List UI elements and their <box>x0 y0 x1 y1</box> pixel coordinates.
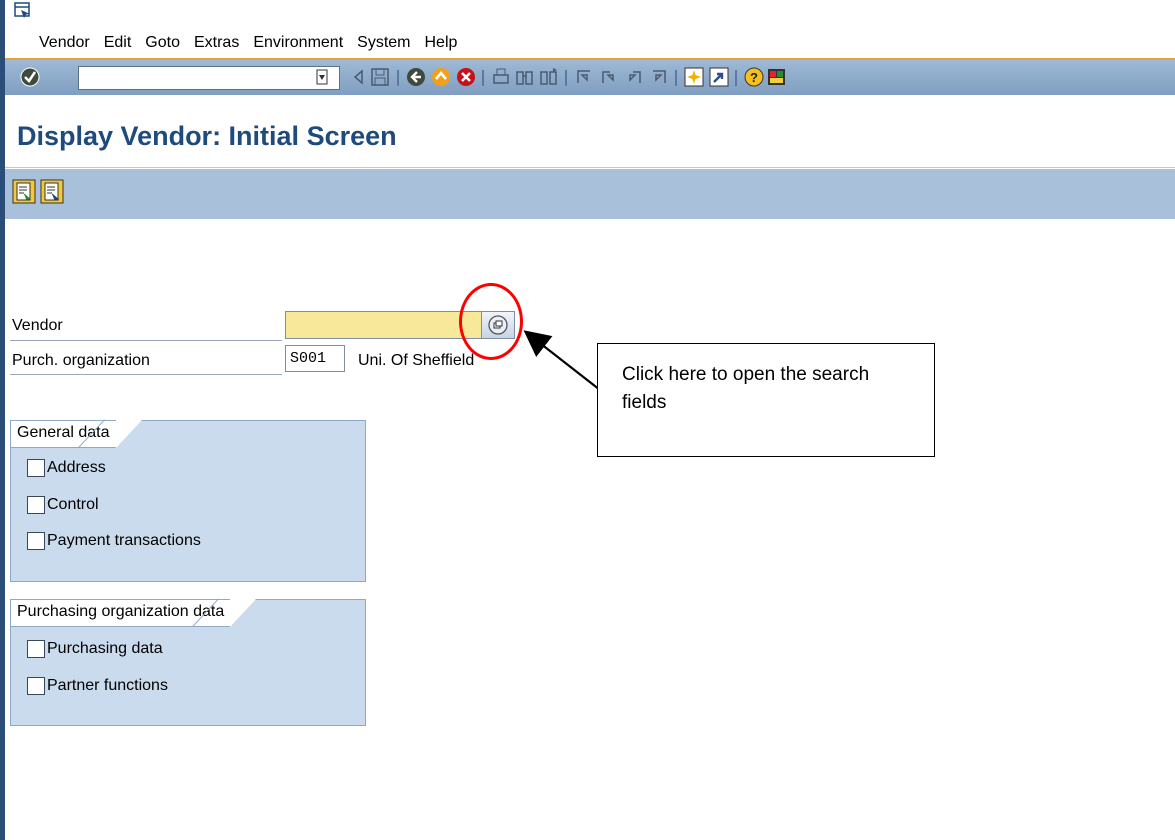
general-data-title: General data <box>11 419 141 448</box>
toolbar-separator <box>482 70 484 86</box>
partner-functions-checkbox-row[interactable]: Partner functions <box>27 677 168 695</box>
vendor-row-divider <box>10 340 282 341</box>
purch-org-label: Purch. organization <box>12 352 150 369</box>
menu-help[interactable]: Help <box>425 34 458 52</box>
customize-layout-icon[interactable] <box>766 66 788 88</box>
menu-vendor[interactable]: Vendor <box>39 34 90 52</box>
back-triangle-icon[interactable] <box>348 66 370 88</box>
standard-toolbar: ? <box>5 58 1175 95</box>
purchasing-data-checkbox[interactable] <box>27 640 45 658</box>
title-bar: Display Vendor: Initial Screen <box>5 96 1175 168</box>
control-label: Control <box>47 496 99 513</box>
find-next-icon[interactable] <box>538 66 560 88</box>
menu-extras[interactable]: Extras <box>194 34 239 52</box>
previous-page-icon[interactable] <box>598 66 620 88</box>
svg-text:?: ? <box>750 70 758 85</box>
general-data-group: General data Address Control Payment tra… <box>10 419 366 582</box>
menu-goto[interactable]: Goto <box>145 34 180 52</box>
partner-functions-label: Partner functions <box>47 677 168 694</box>
payment-transactions-checkbox[interactable] <box>27 532 45 550</box>
purchasing-org-data-group: Purchasing organization data Purchasing … <box>10 598 366 726</box>
vendor-input[interactable] <box>285 311 481 339</box>
command-field[interactable] <box>78 66 340 90</box>
payment-transactions-checkbox-row[interactable]: Payment transactions <box>27 532 201 550</box>
purch-org-description: Uni. Of Sheffield <box>358 352 475 369</box>
purch-org-row-divider <box>10 374 282 375</box>
find-icon[interactable] <box>514 66 536 88</box>
command-history-icon[interactable] <box>315 69 329 85</box>
help-icon[interactable]: ? <box>743 66 765 88</box>
address-label: Address <box>47 459 106 476</box>
vendor-label: Vendor <box>12 317 63 334</box>
address-checkbox-row[interactable]: Address <box>27 459 106 477</box>
menu-environment[interactable]: Environment <box>253 34 343 52</box>
menu-system[interactable]: System <box>357 34 410 52</box>
toolbar-separator <box>735 70 737 86</box>
purchasing-data-checkbox-row[interactable]: Purchasing data <box>27 640 163 658</box>
control-checkbox-row[interactable]: Control <box>27 496 99 514</box>
back-icon[interactable] <box>405 66 427 88</box>
menu-bar: Vendor Edit Goto Extras Environment Syst… <box>5 0 1175 58</box>
create-session-icon[interactable] <box>683 66 705 88</box>
save-icon[interactable] <box>369 66 391 88</box>
payment-transactions-label: Payment transactions <box>47 532 201 549</box>
print-icon[interactable] <box>490 66 512 88</box>
toolbar-separator <box>565 70 567 86</box>
enter-icon[interactable] <box>19 66 41 88</box>
system-menu-icon[interactable] <box>14 2 32 19</box>
page-title: Display Vendor: Initial Screen <box>17 121 397 151</box>
purchasing-data-label: Purchasing data <box>47 640 163 657</box>
toolbar-separator <box>397 70 399 86</box>
toolbar-separator <box>675 70 677 86</box>
control-checkbox[interactable] <box>27 496 45 514</box>
partner-functions-checkbox[interactable] <box>27 677 45 695</box>
exit-icon[interactable] <box>430 66 452 88</box>
document-display-icon[interactable] <box>12 179 36 204</box>
next-page-icon[interactable] <box>623 66 645 88</box>
document-list-icon[interactable] <box>40 179 64 204</box>
last-page-icon[interactable] <box>648 66 670 88</box>
cancel-icon[interactable] <box>455 66 477 88</box>
purchasing-org-data-title: Purchasing organization data <box>11 598 257 627</box>
highlight-circle <box>459 283 523 360</box>
callout-box: Click here to open the search fields <box>597 343 935 457</box>
menu-edit[interactable]: Edit <box>104 34 132 52</box>
application-toolbar <box>5 169 1175 219</box>
first-page-icon[interactable] <box>573 66 595 88</box>
shortcut-icon[interactable] <box>708 66 730 88</box>
address-checkbox[interactable] <box>27 459 45 477</box>
purch-org-input[interactable] <box>285 345 345 372</box>
